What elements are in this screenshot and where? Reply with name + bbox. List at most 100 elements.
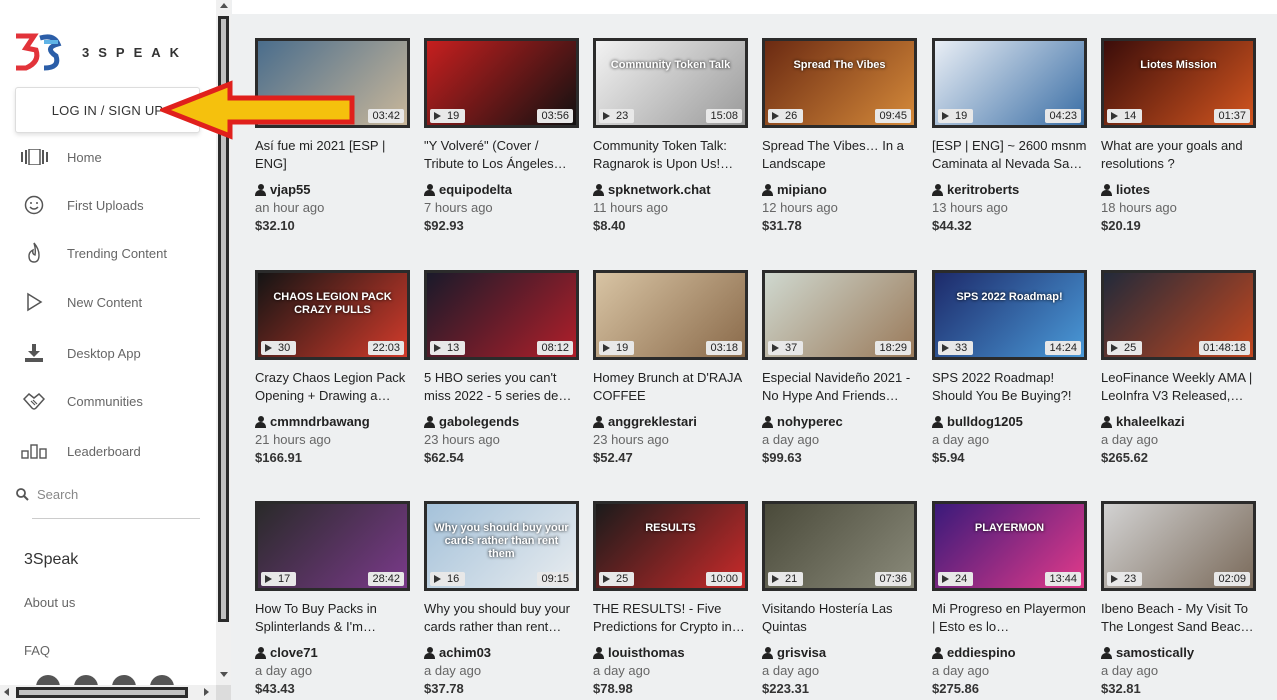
video-card[interactable]: 19 03:18 Homey Brunch at D'RAJA COFFEE a… xyxy=(593,270,748,465)
video-card[interactable]: RESULTS 25 10:00 THE RESULTS! - Five Pre… xyxy=(593,501,748,696)
video-thumbnail[interactable]: 19 03:56 xyxy=(424,38,579,128)
video-title[interactable]: Visitando Hostería Las Quintas xyxy=(762,600,917,636)
video-card[interactable]: CHAOS LEGION PACK CRAZY PULLS 30 22:03 C… xyxy=(255,270,410,465)
scrollbar-thumb[interactable] xyxy=(16,687,188,698)
video-thumbnail[interactable]: 25 01:48:18 xyxy=(1101,270,1256,360)
video-thumbnail[interactable]: 19 03:18 xyxy=(593,270,748,360)
video-title[interactable]: Community Token Talk: Ragnarok is Upon U… xyxy=(593,137,748,173)
user-icon xyxy=(255,415,266,428)
logo[interactable]: 3SPEAK xyxy=(14,32,188,72)
video-author[interactable]: bulldog1205 xyxy=(932,414,1087,429)
view-count-badge: 30 xyxy=(261,341,297,355)
video-author[interactable]: gabolegends xyxy=(424,414,579,429)
video-author[interactable]: achim03 xyxy=(424,645,579,660)
video-thumbnail[interactable]: 13 08:12 xyxy=(424,270,579,360)
video-card[interactable]: 13 08:12 5 HBO series you can't miss 202… xyxy=(424,270,579,465)
video-thumbnail[interactable]: Liotes Mission 14 01:37 xyxy=(1101,38,1256,128)
video-thumbnail[interactable]: RESULTS 25 10:00 xyxy=(593,501,748,591)
video-title[interactable]: Why you should buy your cards rather tha… xyxy=(424,600,579,636)
video-title[interactable]: Especial Navideño 2021 - No Hype And Fri… xyxy=(762,369,917,405)
video-card[interactable]: 37 18:29 Especial Navideño 2021 - No Hyp… xyxy=(762,270,917,465)
video-card[interactable]: 19 04:23 [ESP | ENG] ~ 2600 msnm Caminat… xyxy=(932,38,1087,233)
nav-item-communities[interactable]: Communities xyxy=(20,387,210,415)
view-count-badge: 37 xyxy=(768,341,804,355)
video-author[interactable]: anggreklestari xyxy=(593,414,748,429)
video-card[interactable]: SPS 2022 Roadmap! 33 14:24 SPS 2022 Road… xyxy=(932,270,1087,465)
nav-item-new-content[interactable]: New Content xyxy=(20,288,210,316)
view-count-badge: 16 xyxy=(430,572,466,586)
video-author[interactable]: spknetwork.chat xyxy=(593,182,748,197)
video-author[interactable]: eddiespino xyxy=(932,645,1087,660)
video-time: a day ago xyxy=(762,663,820,678)
video-thumbnail[interactable]: 17 28:42 xyxy=(255,501,410,591)
video-author[interactable]: vjap55 xyxy=(255,182,410,197)
duration-badge: 01:48:18 xyxy=(1199,341,1250,355)
video-card[interactable]: Why you should buy your cards rather tha… xyxy=(424,501,579,696)
nav-item-first-uploads[interactable]: First Uploads xyxy=(20,191,210,219)
video-title[interactable]: LeoFinance Weekly AMA | LeoInfra V3 Rele… xyxy=(1101,369,1256,405)
video-card[interactable]: PLAYERMON 24 13:44 Mi Progreso en Player… xyxy=(932,501,1087,696)
video-thumbnail[interactable]: 23 02:09 xyxy=(1101,501,1256,591)
nav-item-desktop-app[interactable]: Desktop App xyxy=(20,339,210,367)
video-title[interactable]: SPS 2022 Roadmap! Should You Be Buying?! xyxy=(932,369,1087,405)
video-card[interactable]: Liotes Mission 14 01:37 What are your go… xyxy=(1101,38,1256,233)
video-thumbnail[interactable]: 37 18:29 xyxy=(762,270,917,360)
nav-item-leaderboard[interactable]: Leaderboard xyxy=(20,437,210,465)
video-title[interactable]: Homey Brunch at D'RAJA COFFEE xyxy=(593,369,748,405)
video-thumbnail[interactable]: CHAOS LEGION PACK CRAZY PULLS 30 22:03 xyxy=(255,270,410,360)
video-author[interactable]: louisthomas xyxy=(593,645,748,660)
video-author[interactable]: keritroberts xyxy=(932,182,1087,197)
scroll-down-icon[interactable] xyxy=(220,672,228,677)
video-card[interactable]: Spread The Vibes 26 09:45 Spread The Vib… xyxy=(762,38,917,233)
video-author[interactable]: khaleelkazi xyxy=(1101,414,1256,429)
video-author[interactable]: clove71 xyxy=(255,645,410,660)
video-title[interactable]: What are your goals and resolutions ? xyxy=(1101,137,1256,173)
video-title[interactable]: Spread The Vibes… In a Landscape xyxy=(762,137,917,173)
scroll-left-icon[interactable] xyxy=(4,688,9,696)
video-author[interactable]: cmmndrbawang xyxy=(255,414,410,429)
video-title[interactable]: Ibeno Beach - My Visit To The Longest Sa… xyxy=(1101,600,1256,636)
sidebar-horizontal-scrollbar[interactable] xyxy=(0,685,216,700)
video-thumbnail[interactable]: Community Token Talk 23 15:08 xyxy=(593,38,748,128)
user-icon xyxy=(424,646,435,659)
video-thumbnail[interactable]: 19 04:23 xyxy=(932,38,1087,128)
video-title[interactable]: How To Buy Packs in Splinterlands & I'm… xyxy=(255,600,410,636)
video-thumbnail[interactable]: SPS 2022 Roadmap! 33 14:24 xyxy=(932,270,1087,360)
video-card[interactable]: 23 02:09 Ibeno Beach - My Visit To The L… xyxy=(1101,501,1256,696)
video-time: a day ago xyxy=(932,432,990,447)
video-card[interactable]: 17 28:42 How To Buy Packs in Splinterlan… xyxy=(255,501,410,696)
video-thumbnail[interactable]: Why you should buy your cards rather tha… xyxy=(424,501,579,591)
video-title[interactable]: [ESP | ENG] ~ 2600 msnm Caminata al Neva… xyxy=(932,137,1087,173)
video-thumbnail[interactable]: 21 07:36 xyxy=(762,501,917,591)
video-card[interactable]: 25 01:48:18 LeoFinance Weekly AMA | LeoI… xyxy=(1101,270,1256,465)
video-title[interactable]: Crazy Chaos Legion Pack Opening + Drawin… xyxy=(255,369,410,405)
video-title[interactable]: THE RESULTS! - Five Predictions for Cryp… xyxy=(593,600,748,636)
video-time: 12 hours ago xyxy=(762,200,838,215)
video-title[interactable]: Así fue mi 2021 [ESP | ENG] xyxy=(255,137,410,173)
video-title[interactable]: 5 HBO series you can't miss 2022 - 5 ser… xyxy=(424,369,579,405)
video-author[interactable]: equipodelta xyxy=(424,182,579,197)
video-author[interactable]: nohyperec xyxy=(762,414,917,429)
play-icon xyxy=(942,112,949,120)
user-icon xyxy=(1101,183,1112,196)
video-thumbnail[interactable]: Spread The Vibes 26 09:45 xyxy=(762,38,917,128)
video-title[interactable]: "Y Volveré" (Cover / Tribute to Los Ánge… xyxy=(424,137,579,173)
nav-item-trending[interactable]: Trending Content xyxy=(20,239,210,267)
video-card[interactable]: 21 07:36 Visitando Hostería Las Quintas … xyxy=(762,501,917,696)
video-author[interactable]: samostically xyxy=(1101,645,1256,660)
scroll-right-icon[interactable] xyxy=(204,688,209,696)
video-author[interactable]: grisvisa xyxy=(762,645,917,660)
leaderboard-icon xyxy=(20,439,48,463)
search-underline xyxy=(32,518,200,519)
video-title[interactable]: Mi Progreso en Playermon | Esto es lo… xyxy=(932,600,1087,636)
about-link[interactable]: About us xyxy=(24,595,75,610)
search-box[interactable]: Search xyxy=(16,487,78,502)
video-author[interactable]: mipiano xyxy=(762,182,917,197)
nav-item-home[interactable]: Home xyxy=(20,143,210,171)
faq-link[interactable]: FAQ xyxy=(24,643,50,658)
video-thumbnail[interactable]: PLAYERMON 24 13:44 xyxy=(932,501,1087,591)
video-card[interactable]: 19 03:56 "Y Volveré" (Cover / Tribute to… xyxy=(424,38,579,233)
video-card[interactable]: Community Token Talk 23 15:08 Community … xyxy=(593,38,748,233)
video-author[interactable]: liotes xyxy=(1101,182,1256,197)
scroll-up-icon[interactable] xyxy=(220,3,228,8)
